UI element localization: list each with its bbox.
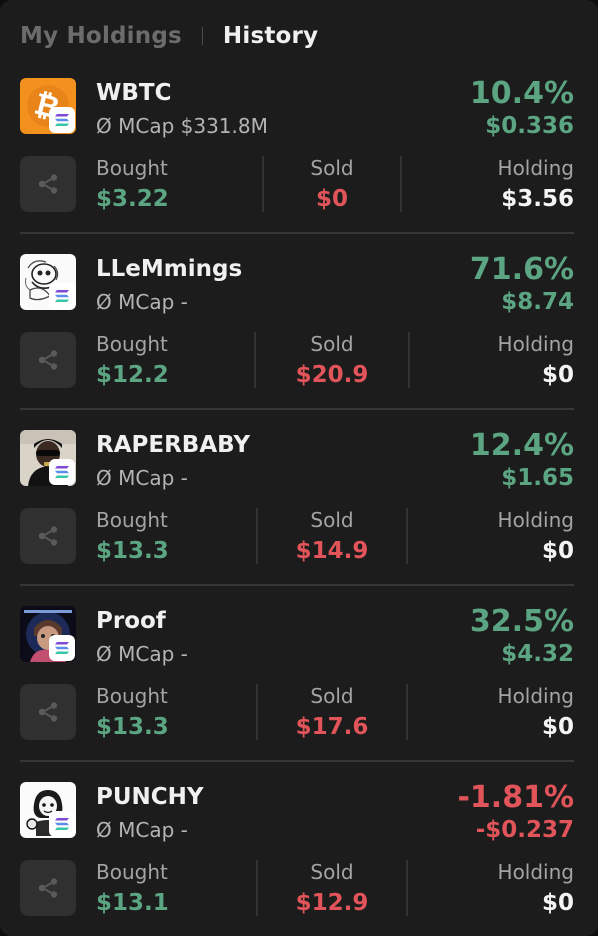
bought-value: $13.3 xyxy=(96,538,169,564)
stat-divider xyxy=(400,156,402,212)
stat-divider xyxy=(256,860,258,916)
sold-value: $20.9 xyxy=(295,362,369,388)
pnl-usd: $0.336 xyxy=(485,113,574,139)
token-name: LLeMmings xyxy=(96,256,243,282)
holding-value: $0 xyxy=(541,890,574,916)
holding-label: Holding xyxy=(497,332,574,356)
pnl-usd: $1.65 xyxy=(501,465,574,491)
pnl-usd: $8.74 xyxy=(501,289,574,315)
share-icon xyxy=(38,350,58,370)
holding-card-raperbaby[interactable]: RAPERBABY Ø MCap - 12.4% $1.65 Bought $1… xyxy=(20,410,574,586)
sold-label: Sold xyxy=(310,508,354,532)
holding-value: $0 xyxy=(541,538,574,564)
token-name: WBTC xyxy=(96,80,172,106)
holding-label: Holding xyxy=(497,508,574,532)
solana-icon xyxy=(49,635,75,661)
share-icon xyxy=(38,702,58,722)
stat-divider xyxy=(406,860,408,916)
average-mcap: Ø MCap - xyxy=(96,290,188,314)
stat-divider xyxy=(406,508,408,564)
sold-label: Sold xyxy=(310,332,354,356)
bought-label: Bought xyxy=(96,156,168,180)
stat-divider xyxy=(256,508,258,564)
average-mcap: Ø MCap $331.8M xyxy=(96,114,268,138)
stat-divider xyxy=(406,684,408,740)
sold-value: $12.9 xyxy=(295,890,369,916)
stat-divider xyxy=(262,156,264,212)
stat-divider xyxy=(256,684,258,740)
share-icon xyxy=(38,174,58,194)
share-button[interactable] xyxy=(20,684,76,740)
share-icon xyxy=(38,526,58,546)
bought-label: Bought xyxy=(96,332,168,356)
sold-label: Sold xyxy=(310,860,354,884)
holding-label: Holding xyxy=(497,860,574,884)
holding-value: $0 xyxy=(541,362,574,388)
stat-divider xyxy=(254,332,256,388)
share-button[interactable] xyxy=(20,860,76,916)
share-icon xyxy=(38,878,58,898)
bought-label: Bought xyxy=(96,860,168,884)
tab-separator xyxy=(201,27,203,45)
pnl-percent: 12.4% xyxy=(469,428,574,463)
holdings-panel: My Holdings History ₿ WBTC Ø MCap $331.8… xyxy=(0,0,598,936)
holding-value: $0 xyxy=(541,714,574,740)
pnl-percent: 10.4% xyxy=(469,76,574,111)
bought-value: $12.2 xyxy=(96,362,169,388)
token-name: RAPERBABY xyxy=(96,432,251,458)
bought-value: $3.22 xyxy=(96,186,169,212)
pnl-usd: -$0.237 xyxy=(475,817,574,843)
tab-bar: My Holdings History xyxy=(20,19,318,53)
pnl-percent: 32.5% xyxy=(469,604,574,639)
solana-icon xyxy=(49,811,75,837)
sold-value: $17.6 xyxy=(295,714,369,740)
holding-card-llemmings[interactable]: LLeMmings Ø MCap - 71.6% $8.74 Bought $1… xyxy=(20,234,574,410)
tab-my-holdings[interactable]: My Holdings xyxy=(20,23,182,49)
holding-card-proof[interactable]: Proof Ø MCap - 32.5% $4.32 Bought $13.3 … xyxy=(20,586,574,762)
pnl-usd: $4.32 xyxy=(501,641,574,667)
pnl-percent: 71.6% xyxy=(469,252,574,287)
sold-value: $0 xyxy=(315,186,349,212)
solana-icon xyxy=(49,283,75,309)
average-mcap: Ø MCap - xyxy=(96,818,188,842)
holding-value: $3.56 xyxy=(501,186,574,212)
pnl-percent: -1.81% xyxy=(457,780,574,815)
holdings-list: ₿ WBTC Ø MCap $331.8M 10.4% $0.336 Bough… xyxy=(20,58,574,936)
share-button[interactable] xyxy=(20,332,76,388)
average-mcap: Ø MCap - xyxy=(96,466,188,490)
bought-label: Bought xyxy=(96,684,168,708)
token-name: PUNCHY xyxy=(96,784,204,810)
holding-card-punchy[interactable]: PUNCHY Ø MCap - -1.81% -$0.237 Bought $1… xyxy=(20,762,574,936)
bought-label: Bought xyxy=(96,508,168,532)
solana-icon xyxy=(49,107,75,133)
bought-value: $13.1 xyxy=(96,890,169,916)
sold-label: Sold xyxy=(310,156,354,180)
sold-value: $14.9 xyxy=(295,538,369,564)
stat-divider xyxy=(408,332,410,388)
sold-label: Sold xyxy=(310,684,354,708)
average-mcap: Ø MCap - xyxy=(96,642,188,666)
share-button[interactable] xyxy=(20,508,76,564)
holding-label: Holding xyxy=(497,684,574,708)
holding-card-wbtc[interactable]: ₿ WBTC Ø MCap $331.8M 10.4% $0.336 Bough… xyxy=(20,58,574,234)
holding-label: Holding xyxy=(497,156,574,180)
token-name: Proof xyxy=(96,608,166,634)
tab-history[interactable]: History xyxy=(223,23,318,49)
share-button[interactable] xyxy=(20,156,76,212)
bought-value: $13.3 xyxy=(96,714,169,740)
solana-icon xyxy=(49,459,75,485)
